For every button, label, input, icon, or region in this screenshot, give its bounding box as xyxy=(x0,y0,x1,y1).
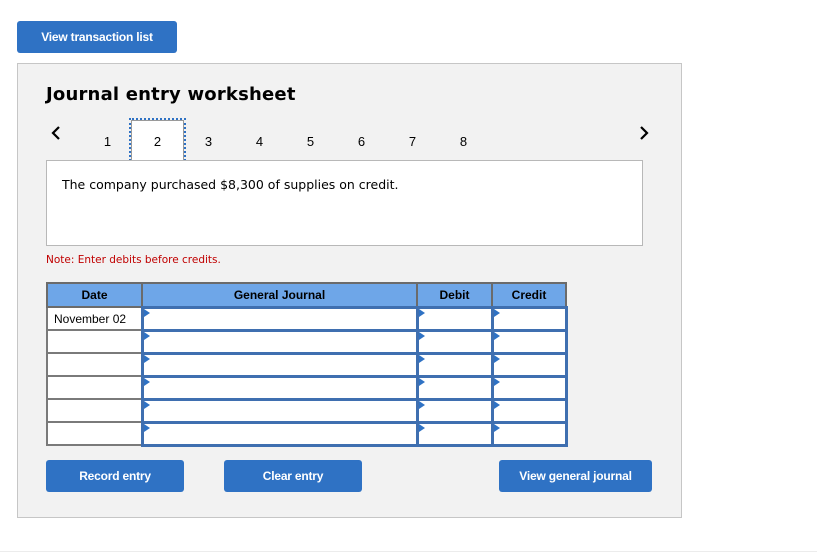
previous-page-button[interactable] xyxy=(47,124,65,146)
clear-entry-button[interactable]: Clear entry xyxy=(224,460,362,492)
header-debit: Debit xyxy=(416,282,493,308)
journal-entry-worksheet-panel: Journal entry worksheet 1 2 3 4 5 6 7 8 … xyxy=(17,63,682,518)
account-cell xyxy=(140,374,419,401)
record-entry-button[interactable]: Record entry xyxy=(46,460,184,492)
journal-entry-table: Date General Journal Debit Credit Novemb… xyxy=(46,282,568,447)
tab-6[interactable]: 6 xyxy=(335,120,388,163)
debits-before-credits-note: Note: Enter debits before credits. xyxy=(46,254,221,266)
account-cell xyxy=(140,328,419,355)
account-cell xyxy=(140,420,419,447)
tab-3[interactable]: 3 xyxy=(182,120,235,163)
date-cell xyxy=(46,398,143,423)
tab-4[interactable]: 4 xyxy=(233,120,286,163)
view-general-journal-button[interactable]: View general journal xyxy=(499,460,652,492)
tab-8[interactable]: 8 xyxy=(437,120,490,163)
credit-input[interactable] xyxy=(493,423,565,444)
table-row xyxy=(46,420,568,447)
date-cell xyxy=(46,421,143,446)
debit-input[interactable] xyxy=(418,400,491,421)
account-input[interactable] xyxy=(143,377,416,398)
credit-cell xyxy=(490,351,568,378)
table-row xyxy=(46,374,568,401)
credit-input[interactable] xyxy=(493,308,565,329)
tab-7[interactable]: 7 xyxy=(386,120,439,163)
tab-5[interactable]: 5 xyxy=(284,120,337,163)
debit-cell xyxy=(415,397,494,424)
debit-cell xyxy=(415,374,494,401)
tab-2[interactable]: 2 xyxy=(129,118,186,165)
account-cell xyxy=(140,351,419,378)
table-row xyxy=(46,351,568,378)
credit-cell xyxy=(490,305,568,332)
credit-input[interactable] xyxy=(493,400,565,421)
table-row: November 02 xyxy=(46,305,568,332)
account-cell xyxy=(140,305,419,332)
debit-input[interactable] xyxy=(418,377,491,398)
worksheet-title: Journal entry worksheet xyxy=(46,84,296,105)
credit-cell xyxy=(490,374,568,401)
credit-cell xyxy=(490,328,568,355)
view-transaction-list-button[interactable]: View transaction list xyxy=(17,21,177,53)
header-credit: Credit xyxy=(491,282,567,308)
debit-cell xyxy=(415,305,494,332)
debit-input[interactable] xyxy=(418,331,491,352)
debit-cell xyxy=(415,328,494,355)
chevron-left-icon xyxy=(51,125,61,145)
table-row xyxy=(46,328,568,355)
next-page-button[interactable] xyxy=(635,124,653,146)
table-row xyxy=(46,397,568,424)
header-general-journal: General Journal xyxy=(141,282,418,308)
date-cell: November 02 xyxy=(46,306,143,331)
date-cell xyxy=(46,329,143,354)
transaction-description: The company purchased $8,300 of supplies… xyxy=(62,177,399,192)
debit-input[interactable] xyxy=(418,308,491,329)
table-header-row: Date General Journal Debit Credit xyxy=(46,282,567,308)
credit-input[interactable] xyxy=(493,377,565,398)
account-cell xyxy=(140,397,419,424)
debit-cell xyxy=(415,420,494,447)
account-input[interactable] xyxy=(143,423,416,444)
debit-input[interactable] xyxy=(418,354,491,375)
transaction-description-box: The company purchased $8,300 of supplies… xyxy=(46,160,643,246)
account-input[interactable] xyxy=(143,400,416,421)
tab-1[interactable]: 1 xyxy=(81,120,134,163)
debit-input[interactable] xyxy=(418,423,491,444)
credit-cell xyxy=(490,397,568,424)
debit-cell xyxy=(415,351,494,378)
account-input[interactable] xyxy=(143,331,416,352)
account-input[interactable] xyxy=(143,308,416,329)
page-divider xyxy=(0,551,817,552)
date-cell xyxy=(46,375,143,400)
credit-input[interactable] xyxy=(493,331,565,352)
account-input[interactable] xyxy=(143,354,416,375)
chevron-right-icon xyxy=(639,125,649,145)
date-cell xyxy=(46,352,143,377)
credit-cell xyxy=(490,420,568,447)
credit-input[interactable] xyxy=(493,354,565,375)
header-date: Date xyxy=(46,282,143,308)
